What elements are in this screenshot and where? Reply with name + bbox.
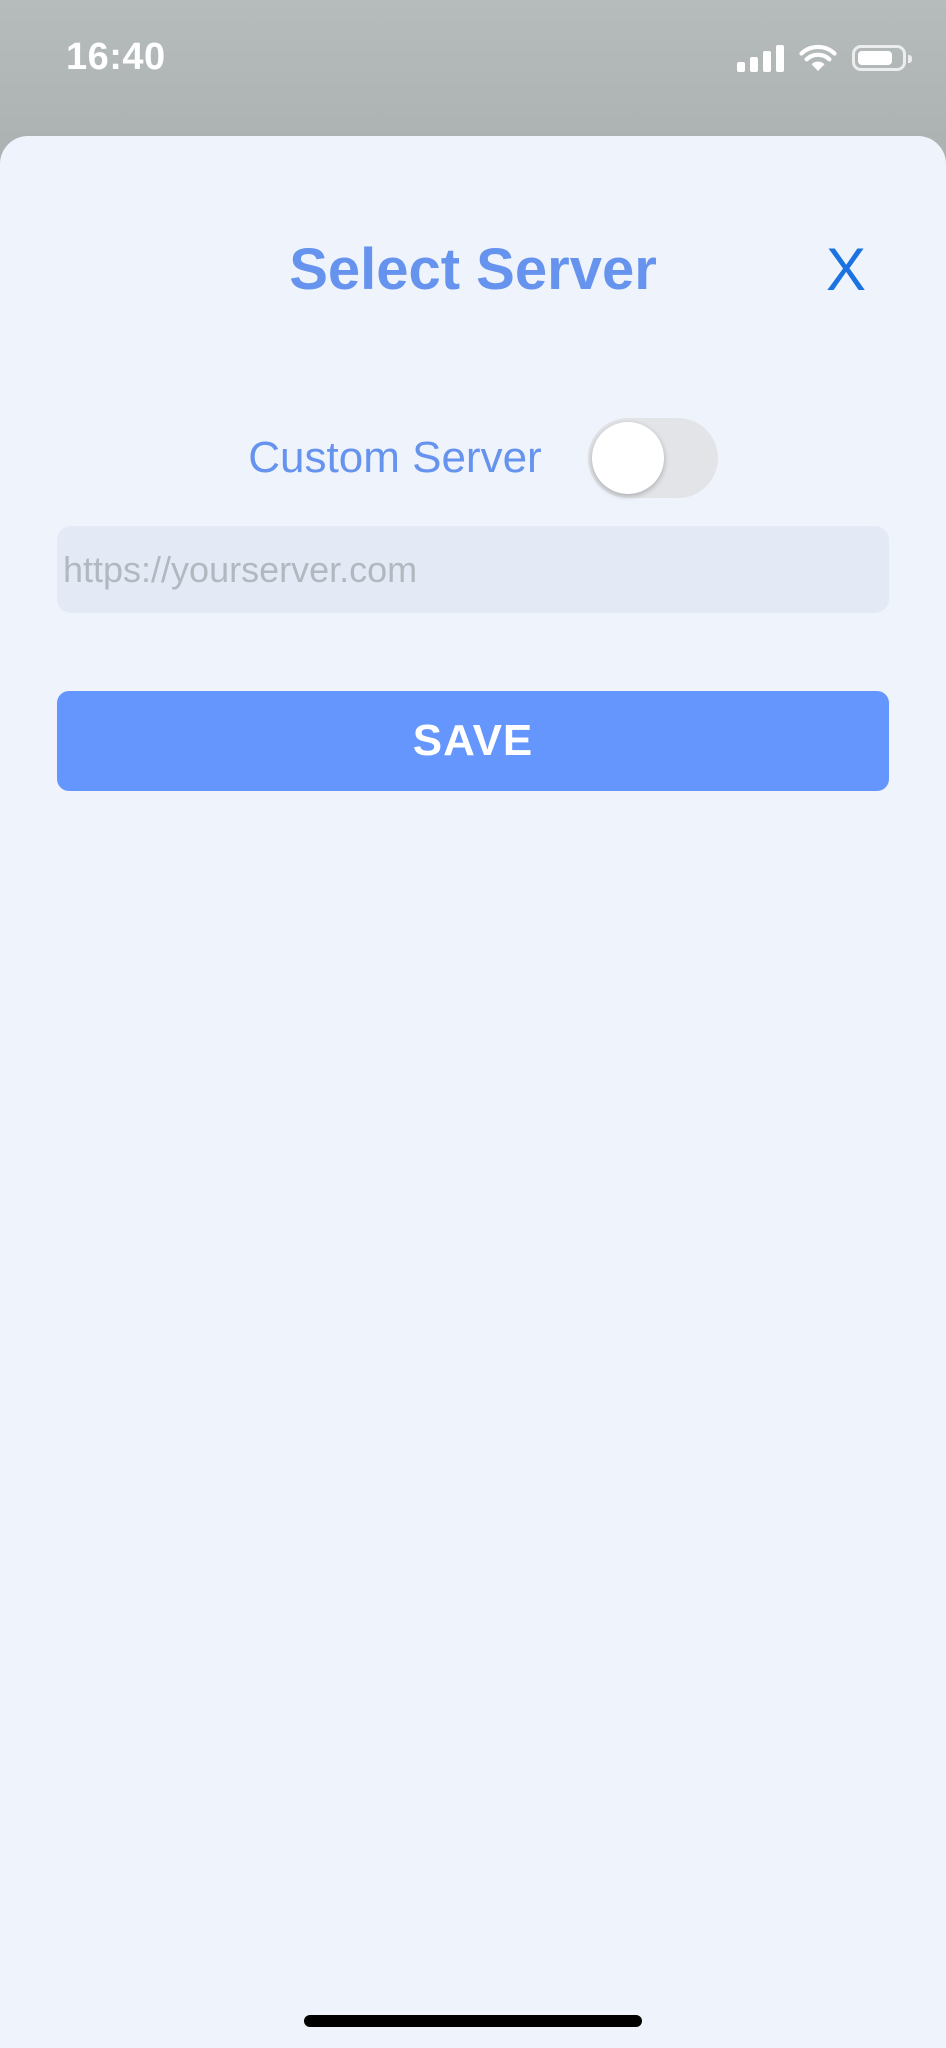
save-button[interactable]: SAVE [57,691,889,791]
custom-server-label: Custom Server [248,433,542,482]
custom-server-toggle[interactable] [587,418,718,498]
wifi-icon [799,44,837,71]
status-time: 16:40 [66,36,166,78]
battery-level-fill [858,51,892,65]
battery-icon [852,45,912,71]
close-button[interactable]: X [826,240,866,300]
page-title: Select Server [289,237,657,302]
status-icons [737,42,912,74]
home-indicator [304,2015,642,2027]
cellular-signal-icon [737,44,784,72]
server-url-input[interactable] [57,526,889,613]
custom-server-row: Custom Server [0,418,946,498]
toggle-knob [591,422,664,494]
select-server-sheet: Select Server X Custom Server SAVE [0,136,946,2048]
status-bar: 16:40 [0,0,946,120]
